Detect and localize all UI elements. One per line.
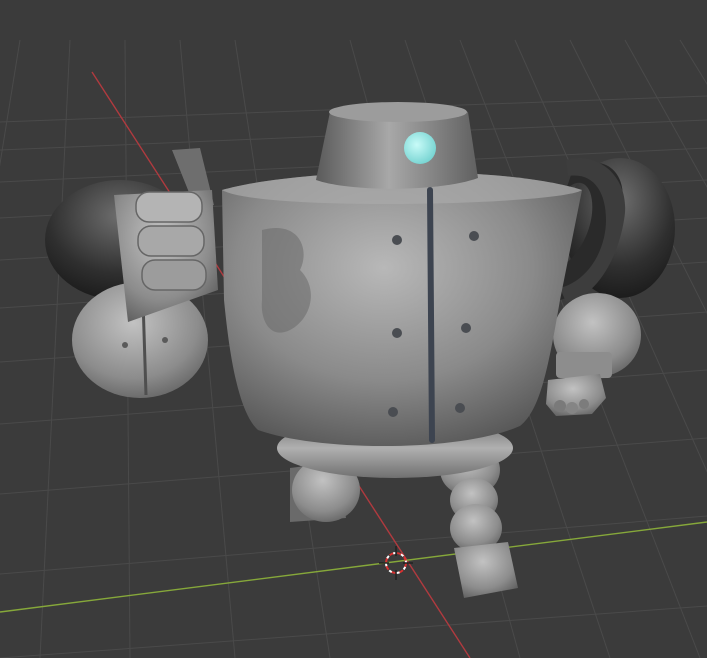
rivet [455, 403, 465, 413]
robot-model[interactable] [45, 102, 675, 598]
right-arm[interactable] [546, 293, 641, 416]
viewport-canvas[interactable] [0, 0, 707, 658]
3d-viewport[interactable] [0, 0, 707, 658]
rivet [469, 231, 479, 241]
y-axis-line [0, 521, 707, 613]
rivet [461, 323, 471, 333]
rivet [392, 235, 402, 245]
torso[interactable] [222, 171, 582, 447]
head-dome[interactable] [316, 102, 478, 189]
rivet [392, 328, 402, 338]
3d-cursor-icon[interactable] [379, 546, 413, 580]
eye [404, 132, 436, 164]
rivet [388, 407, 398, 417]
